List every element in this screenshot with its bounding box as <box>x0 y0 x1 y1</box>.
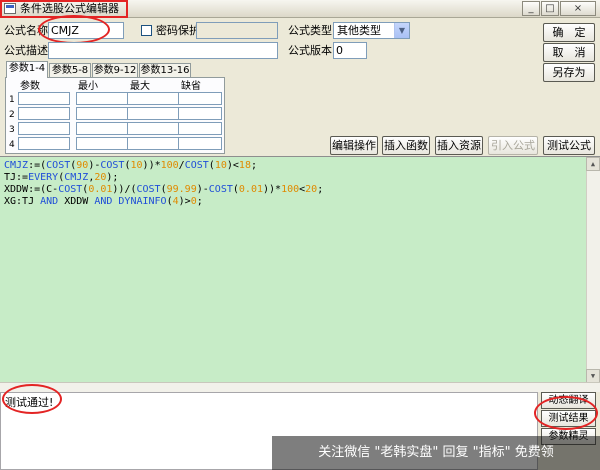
code-token: 99.99 <box>166 184 197 195</box>
code-token: )- <box>196 184 209 195</box>
param-row-number: 3 <box>9 125 15 135</box>
code-token: ; <box>317 184 324 195</box>
formula-desc-input[interactable] <box>48 42 278 59</box>
code-token: ))/( <box>112 184 137 195</box>
param-max-input[interactable] <box>127 122 179 135</box>
code-token: 0.01 <box>88 184 113 195</box>
tab-params-13-16[interactable]: 参数13-16 <box>139 63 191 78</box>
code-token: ; <box>250 160 257 171</box>
code-token: XG:TJ <box>4 196 41 207</box>
param-max-input[interactable] <box>127 92 179 105</box>
param-name-input[interactable] <box>18 122 70 135</box>
param-name-input[interactable] <box>18 137 70 150</box>
param-min-input[interactable] <box>76 137 128 150</box>
code-token: ; <box>196 196 203 207</box>
code-line: XG:TJ AND XDDW AND DYNAINFO(4)>0; <box>4 196 203 208</box>
code-token: COST <box>100 160 125 171</box>
name-highlight-circle <box>38 15 110 44</box>
code-token: )< <box>226 160 239 171</box>
code-token: 90 <box>76 160 89 171</box>
code-line: XDDW:=(C-COST(0.01))/(COST(99.99)-COST(0… <box>4 184 323 196</box>
param-max-input[interactable] <box>127 107 179 120</box>
formula-version-input[interactable]: 0 <box>333 42 367 59</box>
code-token: :=( <box>28 160 47 171</box>
tab-params-1-4[interactable]: 参数1-4 <box>6 61 48 78</box>
ok-button[interactable]: 确 定 <box>543 23 595 42</box>
scroll-down-icon[interactable]: ▼ <box>586 369 600 383</box>
output-highlight-circle <box>2 384 62 414</box>
param-default-input[interactable] <box>178 92 222 105</box>
insert-function-button[interactable]: 插入函数 <box>382 136 430 155</box>
code-token: )- <box>88 160 101 171</box>
param-min-input[interactable] <box>76 122 128 135</box>
code-line: CMJZ:=(COST(90)-COST(10))*100/COST(10)<1… <box>4 160 257 172</box>
insert-resource-button[interactable]: 插入资源 <box>435 136 483 155</box>
password-input <box>196 22 278 39</box>
chevron-down-icon[interactable]: ▼ <box>394 23 409 38</box>
code-token: AND <box>94 196 113 207</box>
formula-type-label: 公式类型 <box>288 24 332 37</box>
code-line: TJ:=EVERY(CMJZ,20); <box>4 172 118 184</box>
code-token: XDDW <box>58 196 95 207</box>
test-formula-button[interactable]: 测试公式 <box>543 136 595 155</box>
param-name-input[interactable] <box>18 107 70 120</box>
code-token: CMJZ <box>4 160 29 171</box>
test-result-highlight-circle <box>534 396 598 430</box>
param-row-number: 4 <box>9 140 15 150</box>
close-button[interactable]: × <box>560 1 596 16</box>
edit-operations-button[interactable]: 编辑操作 <box>330 136 378 155</box>
formula-type-value: 其他类型 <box>337 24 381 37</box>
maximize-button[interactable]: □ <box>541 1 559 16</box>
code-token: XDDW:=(C- <box>4 184 59 195</box>
code-token: 18 <box>238 160 251 171</box>
code-token: 10 <box>130 160 143 171</box>
editor-horizontal-scrollbar[interactable] <box>0 382 600 392</box>
code-token: 0.01 <box>238 184 263 195</box>
code-token: 20 <box>305 184 318 195</box>
code-token: AND <box>40 196 59 207</box>
param-default-input[interactable] <box>178 107 222 120</box>
minimize-button[interactable]: _ <box>522 1 540 16</box>
param-min-input[interactable] <box>76 92 128 105</box>
param-default-input[interactable] <box>178 137 222 150</box>
save-as-button[interactable]: 另存为 <box>543 63 595 82</box>
param-min-input[interactable] <box>76 107 128 120</box>
import-formula-button: 引入公式 <box>488 136 538 155</box>
tab-params-5-8[interactable]: 参数5-8 <box>49 63 91 78</box>
code-token: ); <box>106 172 119 183</box>
code-token: COST <box>208 184 233 195</box>
param-default-input[interactable] <box>178 122 222 135</box>
formula-desc-label: 公式描述 <box>4 44 48 57</box>
code-token: ))* <box>263 184 282 195</box>
code-token: 20 <box>94 172 107 183</box>
code-token: COST <box>46 160 71 171</box>
param-max-input[interactable] <box>127 137 179 150</box>
param-panel: 参数 最小 最大 缺省 1 2 3 4 <box>5 77 225 154</box>
code-token: 100 <box>281 184 300 195</box>
formula-type-select[interactable]: 其他类型 ▼ <box>333 22 410 39</box>
code-token: COST <box>136 184 161 195</box>
cancel-button[interactable]: 取 消 <box>543 43 595 62</box>
code-token: DYNAINFO <box>118 196 167 207</box>
code-token: 10 <box>214 160 227 171</box>
param-row-number: 1 <box>9 95 15 105</box>
code-token: COST <box>58 184 83 195</box>
param-name-input[interactable] <box>18 92 70 105</box>
code-token: )> <box>178 196 191 207</box>
code-token: COST <box>184 160 209 171</box>
watermark-banner: 关注微信 "老韩实盘" 回复 "指标" 免费领 <box>272 436 600 470</box>
editor-vertical-scrollbar[interactable]: ▲ ▼ <box>586 157 600 383</box>
code-editor[interactable]: CMJZ:=(COST(90)-COST(10))*100/COST(10)<1… <box>0 156 600 383</box>
scroll-up-icon[interactable]: ▲ <box>586 157 600 171</box>
tab-params-9-12[interactable]: 参数9-12 <box>92 63 138 78</box>
code-token: ))* <box>142 160 161 171</box>
password-checkbox[interactable] <box>141 25 152 36</box>
password-label: 密码保护 <box>156 24 200 37</box>
param-row-number: 2 <box>9 110 15 120</box>
formula-version-label: 公式版本 <box>288 44 332 57</box>
code-token: 100 <box>160 160 179 171</box>
code-token: EVERY <box>28 172 59 183</box>
code-token: CMJZ <box>64 172 89 183</box>
code-token: TJ:= <box>4 172 29 183</box>
